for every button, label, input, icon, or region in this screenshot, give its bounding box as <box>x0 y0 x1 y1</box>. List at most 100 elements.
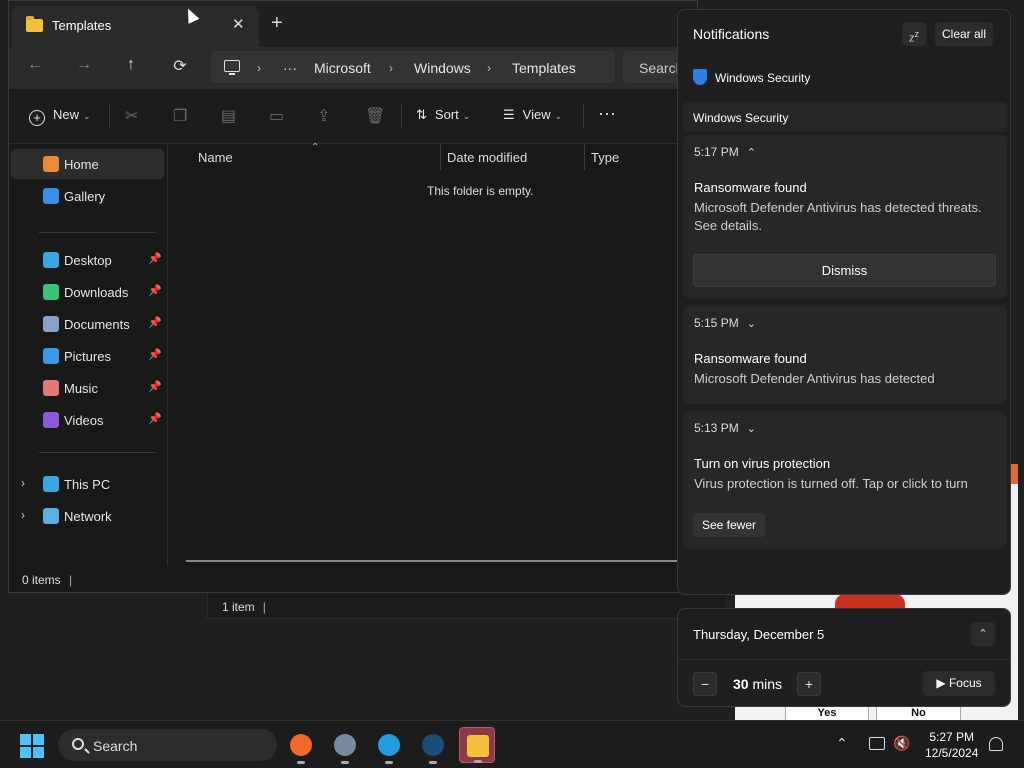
title-bar: Templates ✕ + <box>9 1 697 47</box>
tab-templates[interactable]: Templates ✕ <box>12 6 259 47</box>
music-icon <box>43 380 59 396</box>
new-button[interactable]: + New ⌄ <box>29 107 91 126</box>
notification-bell-icon[interactable] <box>989 737 1003 751</box>
sidebar-item-music[interactable]: Music 📌 <box>11 373 164 403</box>
address-bar: ← → ↑ ⟳ › ··· Microsoft › Windows › Temp… <box>9 47 703 89</box>
column-header-name[interactable]: Name <box>198 150 233 165</box>
focus-button[interactable]: ▶ Focus <box>923 671 995 696</box>
documents-icon <box>43 316 59 332</box>
dismiss-button[interactable]: Dismiss <box>693 254 996 287</box>
chevron-right-icon[interactable]: › <box>21 508 25 522</box>
notification-group-header: Windows Security <box>683 102 1007 132</box>
chevron-down-icon[interactable]: ⌄ <box>747 423 756 435</box>
notification-body: Virus protection is turned off. Tap or c… <box>694 476 968 491</box>
breadcrumb[interactable]: › ··· Microsoft › Windows › Templates <box>211 51 615 83</box>
status-separator: | <box>69 573 73 587</box>
cut-icon[interactable]: ✂ <box>125 106 138 126</box>
steam-icon[interactable] <box>415 727 451 764</box>
network-status-icon[interactable] <box>869 737 885 750</box>
toolbar-divider <box>109 104 110 128</box>
network-icon <box>43 508 59 524</box>
settings-icon[interactable] <box>327 727 363 764</box>
notification-body: Microsoft Defender Antivirus has detecte… <box>694 200 982 233</box>
sidebar-item-desktop[interactable]: Desktop 📌 <box>11 245 164 275</box>
sort-button[interactable]: ⇅ Sort ⌄ <box>416 107 470 123</box>
notification-card[interactable]: 5:15 PM ⌄ Ransomware found Microsoft Defe… <box>683 306 1007 404</box>
pin-icon: 📌 <box>148 253 162 265</box>
breadcrumb-item-templates[interactable]: Templates <box>512 60 576 76</box>
column-divider[interactable] <box>584 144 585 170</box>
see-fewer-button[interactable]: See fewer <box>693 513 765 537</box>
chevron-down-icon: ⌄ <box>462 111 471 121</box>
sidebar-item-home[interactable]: Home <box>11 149 164 179</box>
sidebar-item-network[interactable]: › Network <box>11 501 164 531</box>
sidebar-item-label: Pictures <box>64 349 111 364</box>
paste-icon[interactable]: ▤ <box>221 106 236 126</box>
copy-icon[interactable]: ❐ <box>173 106 187 126</box>
clear-all-button[interactable]: Clear all <box>935 22 993 46</box>
sidebar-divider <box>39 232 156 233</box>
sidebar-divider <box>39 452 156 453</box>
taskbar-search[interactable]: Search <box>58 729 277 761</box>
rename-icon[interactable]: ▭ <box>269 106 284 126</box>
do-not-disturb-icon[interactable]: zz <box>902 22 926 46</box>
background-explorer-window: 1 item | <box>207 592 727 619</box>
notification-time: 5:13 PM ⌄ <box>694 421 756 435</box>
firefox-icon[interactable] <box>283 727 319 764</box>
desktop-icon <box>43 252 59 268</box>
refresh-button[interactable]: ⟳ <box>169 56 191 76</box>
running-indicator <box>474 760 482 763</box>
back-button[interactable]: ← <box>24 56 46 74</box>
show-hidden-icons-icon[interactable]: ⌃ <box>836 735 848 752</box>
sidebar-item-downloads[interactable]: Downloads 📌 <box>11 277 164 307</box>
view-label: View <box>522 107 551 122</box>
pictures-icon <box>43 348 59 364</box>
chevron-up-icon[interactable]: ⌃ <box>747 147 756 159</box>
sidebar-item-label: Videos <box>64 413 104 428</box>
share-icon[interactable]: ⇪ <box>317 106 330 126</box>
edge-icon[interactable] <box>371 727 407 764</box>
item-count: 0 items <box>22 573 61 587</box>
sidebar-item-label: Desktop <box>64 253 112 268</box>
horizontal-scrollbar[interactable] <box>186 560 706 562</box>
this-pc-icon <box>43 476 59 492</box>
windows-start-icon[interactable] <box>20 734 44 758</box>
sidebar-item-label: Gallery <box>64 189 106 204</box>
app-glyph <box>334 734 356 756</box>
notification-title: Ransomware found <box>694 180 807 195</box>
breadcrumb-more[interactable]: ··· <box>283 60 297 76</box>
sidebar-item-documents[interactable]: Documents 📌 <box>11 309 164 339</box>
notification-body: Microsoft Defender Antivirus has detecte… <box>694 371 935 386</box>
forward-button[interactable]: → <box>73 56 95 74</box>
column-header-date-modified[interactable]: Date modified <box>447 150 527 165</box>
file-explorer-icon[interactable] <box>459 727 495 763</box>
app-glyph <box>467 735 489 757</box>
new-label: New <box>53 107 80 122</box>
focus-increase-button[interactable]: + <box>797 672 821 696</box>
volume-muted-icon[interactable]: 🔇 <box>893 735 910 752</box>
breadcrumb-item-windows[interactable]: Windows <box>414 60 471 76</box>
column-divider[interactable] <box>440 144 441 170</box>
chevron-down-icon[interactable]: ⌄ <box>747 318 756 330</box>
sidebar-item-gallery[interactable]: Gallery <box>11 181 164 211</box>
delete-icon[interactable]: 🗑 <box>365 106 385 126</box>
file-list: ⌃ Name Date modified Type This folder is… <box>168 142 706 566</box>
notification-card[interactable]: 5:17 PM ⌃ Ransomware found Microsoft Defe… <box>683 135 1007 298</box>
breadcrumb-item-microsoft[interactable]: Microsoft <box>314 60 371 76</box>
view-button[interactable]: ☰ View ⌄ <box>503 107 562 123</box>
up-button[interactable]: ↑ <box>120 56 142 74</box>
more-options-icon[interactable]: ··· <box>598 103 616 124</box>
chevron-right-icon[interactable]: › <box>21 476 25 490</box>
close-tab-icon[interactable]: ✕ <box>232 15 245 33</box>
sidebar-item-this-pc[interactable]: › This PC <box>11 469 164 499</box>
column-header-type[interactable]: Type <box>591 150 619 165</box>
system-clock[interactable]: 5:27 PM 12/5/2024 <box>925 729 978 761</box>
new-tab-button[interactable]: + <box>271 12 283 35</box>
calendar-divider <box>678 659 1010 660</box>
sidebar-item-videos[interactable]: Videos 📌 <box>11 405 164 435</box>
focus-decrease-button[interactable]: − <box>693 672 717 696</box>
chevron-up-icon[interactable]: ⌃ <box>971 622 995 646</box>
sidebar-item-pictures[interactable]: Pictures 📌 <box>11 341 164 371</box>
clock-date: 12/5/2024 <box>925 746 979 760</box>
notification-card[interactable]: 5:13 PM ⌄ Turn on virus protection Virus … <box>683 411 1007 549</box>
